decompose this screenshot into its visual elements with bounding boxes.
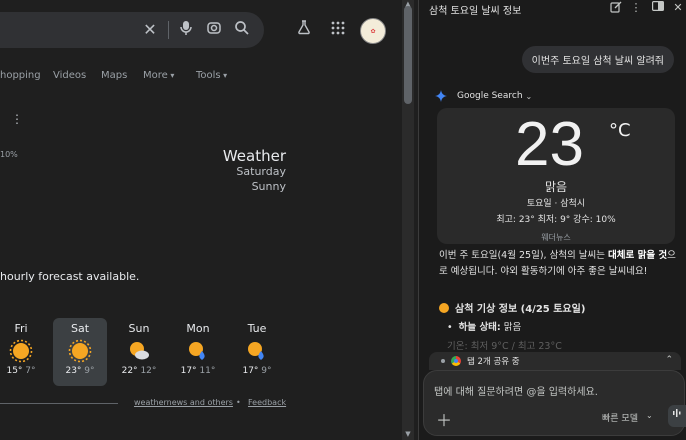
section-title: 삼척 기상 정보 (4/25 토요일) <box>439 300 585 315</box>
sun-icon <box>68 339 92 363</box>
partly-cloudy-icon <box>130 342 149 360</box>
day-temps: 23° 9° <box>53 366 107 376</box>
day-temps: 22° 12° <box>112 366 166 376</box>
bullet-item: • 하늘 상태: 맑음 <box>447 322 522 333</box>
more-options-icon[interactable]: ⋮ <box>11 112 23 126</box>
share-dot-icon <box>441 359 445 363</box>
apps-grid-icon[interactable] <box>326 18 350 42</box>
forecast-day[interactable]: Sun 22° 12° <box>112 318 166 386</box>
weather-day: Saturday <box>236 165 286 178</box>
forecast-day[interactable]: Mon 17° 11° <box>171 318 225 386</box>
tab-videos[interactable]: Videos <box>53 70 86 81</box>
sun-rain-icon <box>189 342 205 360</box>
add-icon[interactable]: ＋ <box>436 407 452 431</box>
day-name: Fri <box>14 322 28 335</box>
section-title-text: 삼척 기상 정보 (4/25 토요일) <box>455 304 586 315</box>
avatar[interactable]: ✿ <box>360 18 386 44</box>
scrollbar[interactable]: ▲ ▼ <box>402 0 414 440</box>
bullet-value: 맑음 <box>500 322 522 333</box>
weather-card: 23 °C 맑음 토요일 · 삼척시 최고: 23° 최저: 9° 강수: 10… <box>437 108 675 244</box>
day-temps: 17° 9° <box>230 366 284 376</box>
tab-share-bar[interactable]: 탭 2개 공유 중 ⌃ <box>429 352 681 370</box>
day-name: Sun <box>128 322 150 335</box>
source-link[interactable]: weathernews and others <box>134 398 233 407</box>
close-icon[interactable]: ✕ <box>140 20 160 40</box>
scroll-thumb[interactable] <box>404 6 412 104</box>
search-results-pane: ✕ ✿ hopping Videos Maps More ▾ Tools ▾ ⋮… <box>0 0 402 440</box>
mic-icon[interactable] <box>176 20 196 40</box>
precipitation-value: 10% <box>0 150 18 159</box>
edit-icon[interactable] <box>609 1 623 15</box>
card-condition: 맑음 <box>544 180 568 194</box>
chevron-down-icon[interactable]: ⌄ <box>646 411 653 420</box>
user-message: 이번주 토요일 삼척 날씨 알려줘 <box>521 46 674 73</box>
split-view-icon[interactable] <box>651 1 665 15</box>
high-temp: 23° <box>65 366 82 376</box>
card-stats: 최고: 23° 최저: 9° 강수: 10% <box>496 215 616 225</box>
weather-condition: Sunny <box>251 180 286 193</box>
low-temp: 9° <box>84 366 95 376</box>
card-unit: °C <box>609 120 631 141</box>
prompt-input[interactable]: 탭에 대해 질문하려면 @을 입력하세요. ＋ 빠른 모델 ⌄ <box>423 370 686 436</box>
flask-icon[interactable] <box>292 18 316 42</box>
day-temps: 17° 11° <box>171 366 225 376</box>
lens-icon[interactable] <box>204 20 224 40</box>
voice-icon[interactable] <box>668 405 686 427</box>
feedback-link[interactable]: Feedback <box>248 398 286 407</box>
day-name: Sat <box>70 322 90 335</box>
sun-icon <box>9 339 33 363</box>
search-bar[interactable]: ✕ <box>0 12 264 48</box>
share-label: 탭 2개 공유 중 <box>467 357 520 367</box>
forecast-day[interactable]: Sat 23° 9° <box>53 318 107 386</box>
bullet-label: 하늘 상태: <box>458 322 501 333</box>
tab-tools[interactable]: Tools <box>196 70 227 81</box>
source-chip[interactable]: Google Search ⌄ <box>435 90 532 102</box>
answer-text: 이번 주 토요일(4월 25일), 삼척의 날씨는 <box>439 250 609 261</box>
tab-shopping[interactable]: hopping <box>0 70 41 81</box>
search-bar-divider <box>168 21 169 39</box>
day-name: Tue <box>247 322 267 335</box>
chevron-down-icon: ⌄ <box>525 91 533 101</box>
hourly-note: hourly forecast available. <box>0 270 140 283</box>
panel-title: 삼척 토요일 날씨 정보 <box>429 6 522 17</box>
prompt-placeholder: 탭에 대해 질문하려면 @을 입력하세요. <box>434 387 598 398</box>
sun-icon <box>439 302 449 313</box>
side-panel: 삼척 토요일 날씨 정보 ⋮ ✕ 이번주 토요일 삼척 날씨 알려줘 Googl… <box>418 0 686 440</box>
day-name: Mon <box>186 322 210 335</box>
answer-paragraph: 이번 주 토요일(4월 25일), 삼척의 날씨는 대체로 맑을 것으로 예상됩… <box>439 248 679 280</box>
sun-rain-icon <box>248 342 264 360</box>
model-selector[interactable]: 빠른 모델 <box>602 411 638 424</box>
day-temps: 15° 7° <box>0 366 48 376</box>
source-label: Google Search <box>457 91 523 101</box>
low-temp: 9° <box>261 366 272 376</box>
low-temp: 12° <box>140 366 157 376</box>
sparkle-icon <box>435 90 447 102</box>
screen: ✕ ✿ hopping Videos Maps More ▾ Tools ▾ ⋮… <box>0 0 686 440</box>
search-icon[interactable] <box>232 20 252 40</box>
high-temp: 22° <box>121 366 138 376</box>
low-temp: 7° <box>25 366 36 376</box>
daily-forecast: Fri 15° 7° Sat 23° 9° Sun 22° 12° Mon 17… <box>0 318 402 388</box>
weather-title: Weather <box>222 147 286 165</box>
chrome-icon <box>451 356 461 366</box>
footer-separator: • <box>236 398 241 407</box>
low-temp: 11° <box>199 366 216 376</box>
tab-maps[interactable]: Maps <box>101 70 127 81</box>
scroll-down-icon[interactable]: ▼ <box>404 430 412 438</box>
card-temperature: 23 <box>515 110 584 179</box>
answer-bold-text: 대체로 맑을 것 <box>608 250 668 261</box>
more-vert-icon[interactable]: ⋮ <box>629 1 643 15</box>
forecast-day[interactable]: Fri 15° 7° <box>0 318 48 386</box>
bullet-item-faded: 기온: 최저 9°C / 최고 23°C <box>447 341 562 352</box>
card-source: 웨더뉴스 <box>541 233 571 242</box>
tab-more[interactable]: More <box>143 70 174 81</box>
close-icon[interactable]: ✕ <box>671 1 685 15</box>
forecast-day[interactable]: Tue 17° 9° <box>230 318 284 386</box>
chevron-up-icon[interactable]: ⌃ <box>665 355 673 365</box>
high-temp: 17° <box>180 366 197 376</box>
high-temp: 15° <box>6 366 23 376</box>
high-temp: 17° <box>242 366 259 376</box>
footer-divider <box>0 403 118 404</box>
card-location: 토요일 · 삼척시 <box>526 199 586 209</box>
